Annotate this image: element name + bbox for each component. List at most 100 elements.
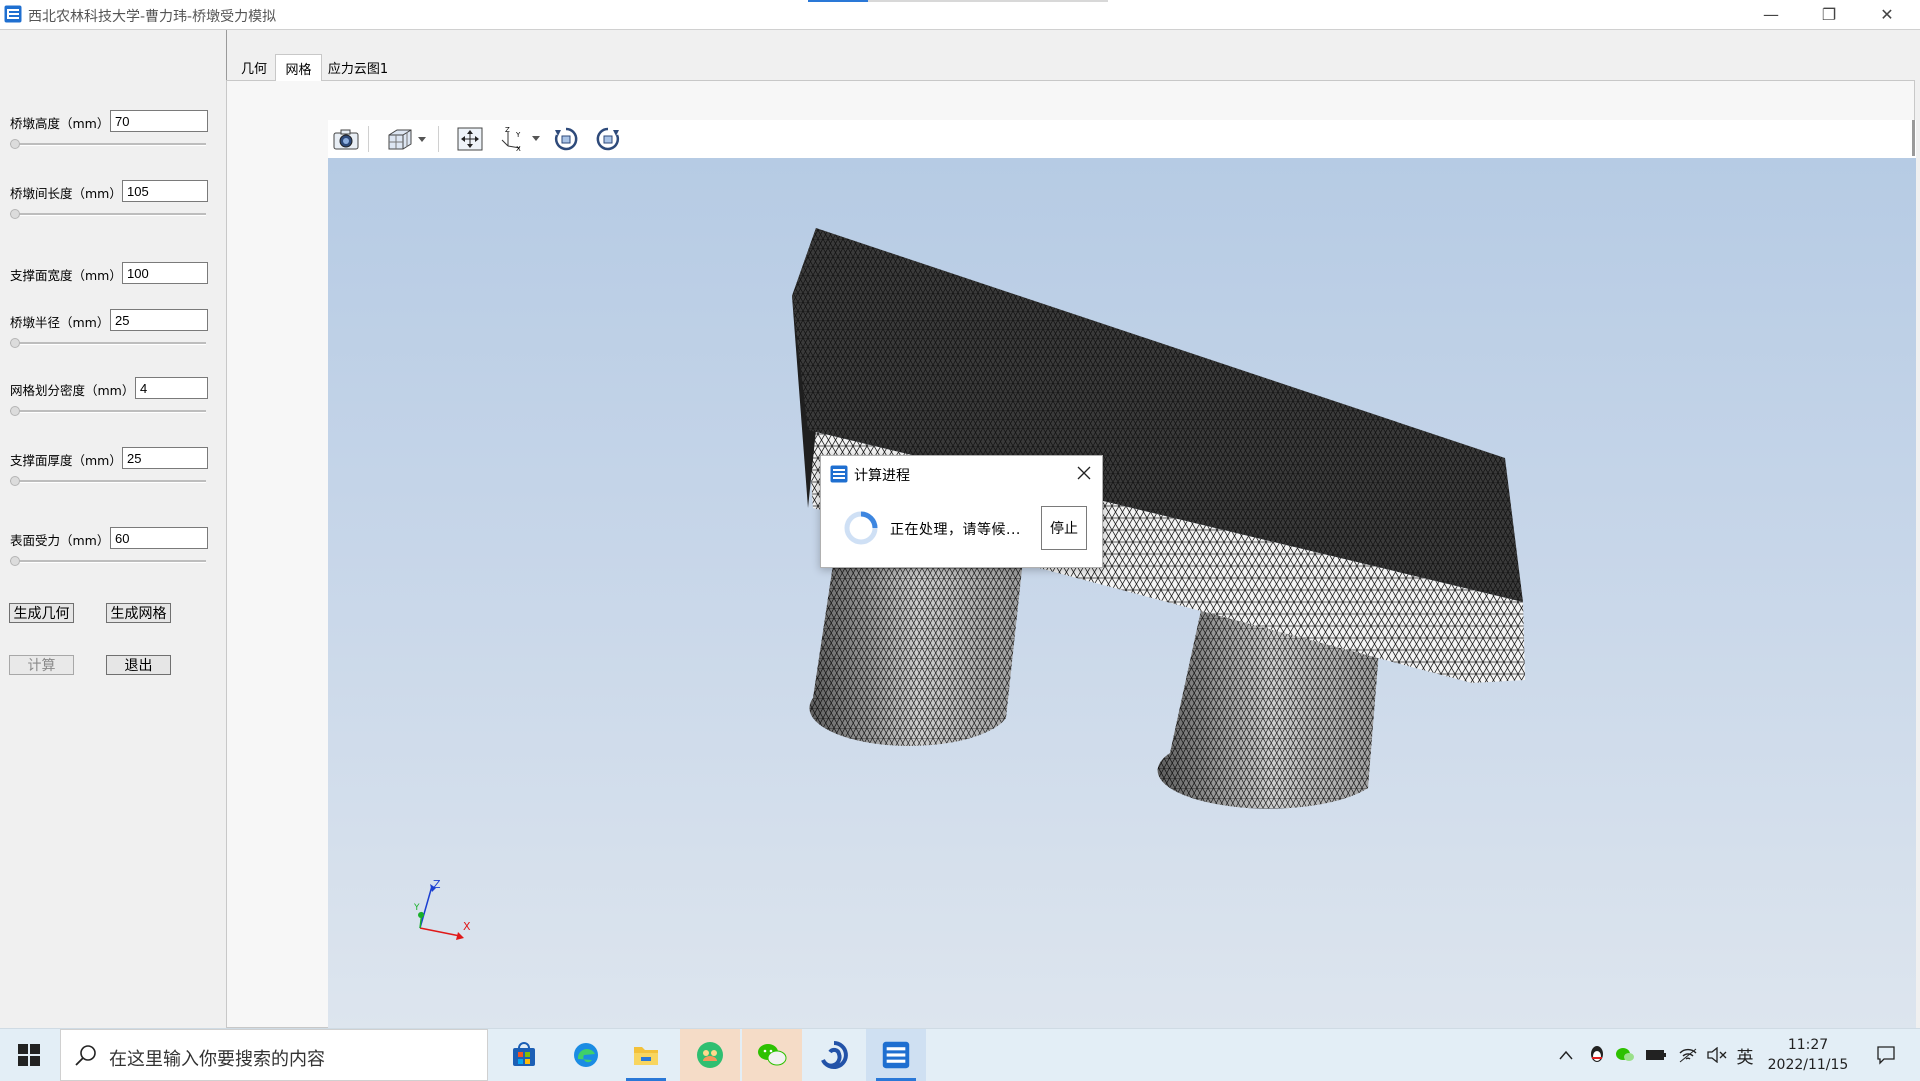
support-width-input[interactable] <box>122 262 208 284</box>
slider-thumb[interactable] <box>10 556 20 566</box>
loading-spinner-icon <box>844 511 878 545</box>
toolbar-separator <box>438 126 439 152</box>
clock-time: 11:27 <box>1787 1037 1829 1053</box>
slider-thumb[interactable] <box>10 476 20 486</box>
taskbar-search[interactable]: 在这里输入你要搜索的内容 <box>60 1029 488 1081</box>
rotate-left-button[interactable] <box>552 126 580 152</box>
generate-mesh-button[interactable]: 生成网格 <box>106 603 171 623</box>
param-label: 桥墩间长度（mm） <box>10 186 122 201</box>
rotate-ccw-icon <box>554 127 578 151</box>
notification-button[interactable] <box>1866 1029 1906 1081</box>
dialog-message: 正在处理，请等候... <box>890 522 1021 538</box>
tray-wifi[interactable] <box>1674 1029 1702 1081</box>
pier-radius-slider[interactable] <box>10 337 206 349</box>
taskbar-swirl-app[interactable] <box>804 1029 864 1081</box>
windows-icon <box>18 1044 40 1066</box>
dialog-close-button[interactable] <box>1073 462 1095 484</box>
tab-mesh[interactable]: 网格 <box>275 54 322 81</box>
pier-spacing-slider[interactable] <box>10 208 206 220</box>
taskbar-wechat[interactable] <box>742 1029 802 1081</box>
param-label: 桥墩高度（mm） <box>10 116 110 131</box>
slider-thumb[interactable] <box>10 139 20 149</box>
minimize-icon: — <box>1763 5 1779 24</box>
taskbar-edge[interactable] <box>556 1029 616 1081</box>
param-label: 表面受力（mm） <box>10 533 110 548</box>
tab-stress-contour[interactable]: 应力云图1 <box>323 54 393 80</box>
axis-x-label: X <box>463 920 471 933</box>
maximize-icon: ❐ <box>1821 5 1837 24</box>
compute-button[interactable]: 计算 <box>9 655 74 675</box>
svg-text:Z: Z <box>505 126 510 134</box>
view-mode-dropdown[interactable] <box>384 126 428 152</box>
fit-all-button[interactable] <box>456 126 484 152</box>
surface-force-input[interactable] <box>110 527 208 549</box>
tray-qq[interactable] <box>1584 1029 1610 1081</box>
support-thickness-input[interactable] <box>122 447 208 469</box>
axes-orientation-dropdown[interactable]: Z Y X <box>498 126 542 152</box>
stop-button[interactable]: 停止 <box>1041 506 1087 550</box>
taskbar-store[interactable] <box>494 1029 554 1081</box>
rotate-cw-icon <box>596 127 620 151</box>
mesh-scene[interactable]: Z X Y <box>328 158 1916 1028</box>
close-button[interactable]: ✕ <box>1858 0 1916 29</box>
qq-penguin-icon <box>1591 1046 1603 1062</box>
rotate-right-button[interactable] <box>594 126 622 152</box>
screenshot-button[interactable] <box>332 126 360 152</box>
tray-volume[interactable] <box>1704 1029 1730 1081</box>
progress-dialog: 计算进程 正在处理，请等候... 停止 <box>820 455 1103 568</box>
start-button[interactable] <box>0 1029 58 1081</box>
tray-ime[interactable]: 英 <box>1732 1029 1758 1081</box>
slider-thumb[interactable] <box>10 338 20 348</box>
axis-z-label: Z <box>433 878 441 891</box>
pier-height-input[interactable] <box>110 110 208 132</box>
wechat-icon <box>758 1044 787 1066</box>
pier-radius-input[interactable] <box>110 309 208 331</box>
svg-text:Y: Y <box>515 131 521 139</box>
window-title: 西北农林科技大学-曹力玮-桥墩受力模拟 <box>28 9 277 25</box>
pier-spacing-input[interactable] <box>122 180 208 202</box>
taskbar-explorer[interactable] <box>616 1029 676 1081</box>
swirl-app-icon <box>821 1041 848 1069</box>
edge-icon <box>574 1043 598 1067</box>
generate-geometry-button[interactable]: 生成几何 <box>9 603 74 623</box>
search-placeholder: 在这里输入你要搜索的内容 <box>109 1049 325 1070</box>
volume-muted-icon <box>1707 1047 1727 1063</box>
svg-text:X: X <box>516 145 521 152</box>
axes-orientation-icon: Z Y X <box>501 126 540 152</box>
maximize-button[interactable]: ❐ <box>1800 0 1858 29</box>
view-cube-icon <box>388 129 426 150</box>
3d-viewer[interactable]: Z Y X Z X Y <box>328 120 1916 1028</box>
chat-avatar-icon <box>697 1042 723 1068</box>
wechat-icon <box>1616 1048 1634 1061</box>
surface-force-slider[interactable] <box>10 555 206 567</box>
chevron-up-icon <box>1559 1050 1573 1060</box>
slider-thumb[interactable] <box>10 209 20 219</box>
toolbar-separator <box>368 126 369 152</box>
vertical-scrollbar[interactable] <box>1912 120 1915 156</box>
taskbar: 在这里输入你要搜索的内容 英 11:27 2022/11/15 <box>0 1028 1920 1081</box>
slider-thumb[interactable] <box>10 406 20 416</box>
tray-battery[interactable] <box>1642 1029 1670 1081</box>
tab-geometry[interactable]: 几何 <box>233 54 275 80</box>
pier-height-slider[interactable] <box>10 138 206 150</box>
app-icon <box>882 1041 910 1069</box>
app-icon <box>4 5 22 23</box>
param-label: 网格划分密度（mm） <box>10 383 135 398</box>
mesh-density-input[interactable] <box>135 377 208 399</box>
tray-wechat[interactable] <box>1612 1029 1638 1081</box>
tray-overflow-button[interactable] <box>1554 1029 1578 1081</box>
param-label: 桥墩半径（mm） <box>10 315 110 330</box>
dialog-app-icon <box>830 465 848 483</box>
store-icon <box>513 1042 535 1066</box>
battery-icon <box>1646 1050 1666 1060</box>
exit-button[interactable]: 退出 <box>106 655 171 675</box>
taskbar-clock[interactable]: 11:27 2022/11/15 <box>1758 1035 1858 1075</box>
notification-icon <box>1877 1046 1895 1065</box>
minimize-button[interactable]: — <box>1742 0 1800 29</box>
taskbar-chat-app[interactable] <box>680 1029 740 1081</box>
support-thickness-slider[interactable] <box>10 475 206 487</box>
fit-all-icon <box>457 127 483 151</box>
mesh-density-slider[interactable] <box>10 405 206 417</box>
taskbar-current-app[interactable] <box>866 1029 926 1081</box>
param-label: 支撑面宽度（mm） <box>10 268 122 283</box>
